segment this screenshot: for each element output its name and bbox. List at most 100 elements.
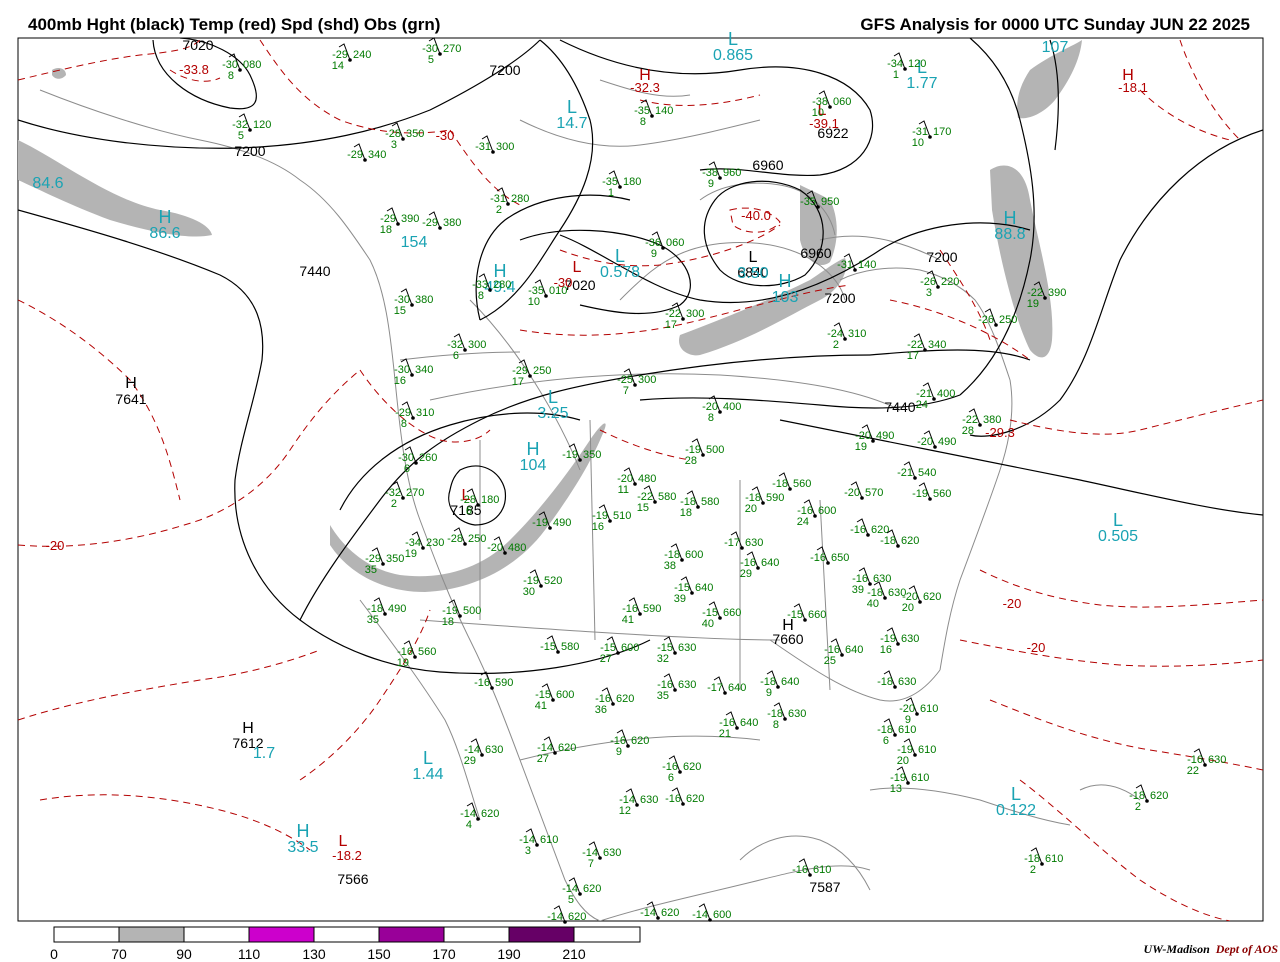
speed-extremum-value: 0.505 [1098, 528, 1138, 545]
height-contour-label: 7660 [772, 631, 803, 647]
obs-height: 560 [418, 646, 436, 658]
obs-dewpoint-depression: 18 [380, 224, 392, 236]
speed-extremum-value: 14.7 [556, 115, 587, 132]
obs-height: 620 [568, 911, 586, 923]
obs-temperature: -15 [787, 609, 803, 621]
obs-temperature: -14 [547, 911, 563, 923]
obs-height: 630 [678, 642, 696, 654]
speed-extremum-marker: L [423, 748, 433, 768]
obs-dewpoint-depression: 12 [619, 805, 631, 817]
height-contour-label: 7200 [926, 249, 957, 265]
obs-dewpoint-depression: 18 [680, 507, 692, 519]
obs-height: 300 [468, 339, 486, 351]
obs-height: 600 [621, 642, 639, 654]
speed-extremum-marker: L [728, 29, 738, 49]
obs-dewpoint-depression: 2 [1030, 864, 1036, 876]
obs-height: 490 [876, 430, 894, 442]
obs-height: 630 [873, 573, 891, 585]
speed-extremum-value: 0.578 [600, 264, 640, 281]
speed-extremum-marker: L [1011, 784, 1021, 804]
obs-height: 340 [928, 339, 946, 351]
obs-dewpoint-depression: 8 [708, 412, 714, 424]
obs-temperature: -26 [978, 314, 994, 326]
obs-height: 260 [419, 452, 437, 464]
obs-dewpoint-depression: 3 [926, 287, 932, 299]
obs-dewpoint-depression: 41 [622, 614, 634, 626]
obs-height: 340 [368, 149, 386, 161]
obs-dewpoint-depression: 22 [1187, 765, 1199, 777]
obs-height: 220 [941, 276, 959, 288]
obs-height: 600 [685, 549, 703, 561]
obs-height: 080 [243, 59, 261, 71]
obs-temperature: -16 [810, 552, 826, 564]
obs-temperature: -19 [912, 488, 928, 500]
obs-dewpoint-depression: 29 [740, 568, 752, 580]
obs-height: 610 [898, 724, 916, 736]
obs-temperature: -18 [877, 676, 893, 688]
obs-height: 300 [496, 141, 514, 153]
speed-extremum-value: 3.25 [537, 405, 568, 422]
obs-height: 350 [583, 449, 601, 461]
obs-dewpoint-depression: 6 [883, 735, 889, 747]
obs-height: 590 [643, 603, 661, 615]
obs-height: 580 [701, 496, 719, 508]
obs-height: 380 [983, 414, 1001, 426]
obs-temperature: -15 [540, 641, 556, 653]
obs-height: 620 [686, 793, 704, 805]
obs-height: 620 [616, 693, 634, 705]
obs-height: 390 [401, 213, 419, 225]
obs-height: 640 [728, 682, 746, 694]
obs-height: 600 [556, 689, 574, 701]
obs-dewpoint-depression: 20 [897, 755, 909, 767]
speed-extremum-value: 0.865 [713, 47, 753, 64]
speed-extremum-marker: H [527, 439, 540, 459]
obs-dewpoint-depression: 14 [332, 60, 344, 72]
obs-height: 640 [695, 582, 713, 594]
temperature-contour-label: -18.2 [332, 848, 362, 863]
obs-temperature: -20 [844, 487, 860, 499]
speed-extremum-marker: L [548, 387, 558, 407]
obs-height: 610 [540, 834, 558, 846]
credit-dept: Dept of AOS [1215, 942, 1278, 956]
speed-extremum-marker: L [567, 97, 577, 117]
obs-dewpoint-depression: 35 [365, 564, 377, 576]
obs-height: 170 [933, 126, 951, 138]
temperature-contour-label: -29.3 [985, 425, 1015, 440]
obs-dewpoint-depression: 8 [228, 70, 234, 82]
obs-dewpoint-depression: 19 [1027, 298, 1039, 310]
obs-dewpoint-depression: 9 [616, 746, 622, 758]
obs-temperature: -14 [640, 907, 656, 919]
obs-height: 490 [388, 603, 406, 615]
obs-dewpoint-depression: 6 [668, 772, 674, 784]
obs-height: 310 [848, 328, 866, 340]
obs-height: 340 [415, 364, 433, 376]
obs-height: 270 [406, 487, 424, 499]
obs-height: 620 [901, 535, 919, 547]
obs-dewpoint-depression: 11 [618, 484, 629, 496]
obs-height: 600 [818, 505, 836, 517]
obs-dewpoint-depression: 40 [867, 598, 879, 610]
obs-dewpoint-depression: 10 [812, 107, 824, 119]
obs-temperature: -31 [837, 259, 853, 271]
obs-dewpoint-depression: 18 [442, 616, 454, 628]
speed-extremum-marker: L [1113, 510, 1123, 530]
obs-temperature: -29 [347, 149, 363, 161]
height-contour-label: 7200 [234, 143, 265, 159]
temperature-contour-label: -40.0 [741, 208, 771, 223]
obs-height: 120 [253, 119, 271, 131]
obs-height: 230 [426, 537, 444, 549]
obs-temperature: -35 [800, 196, 816, 208]
speed-extremum-value: 88.8 [994, 226, 1025, 243]
obs-height: 620 [583, 883, 601, 895]
obs-height: 570 [865, 487, 883, 499]
obs-dewpoint-depression: 15 [394, 305, 406, 317]
obs-height: 630 [898, 676, 916, 688]
obs-dewpoint-depression: 9 [766, 687, 772, 699]
speed-extremum-value: 1.77 [906, 75, 937, 92]
obs-temperature: -16 [665, 793, 681, 805]
obs-temperature: -28 [447, 533, 463, 545]
obs-dewpoint-depression: 19 [405, 548, 417, 560]
obs-temperature: -16 [474, 677, 490, 689]
height-contour-label: 6960 [800, 245, 831, 261]
obs-height: 630 [640, 794, 658, 806]
